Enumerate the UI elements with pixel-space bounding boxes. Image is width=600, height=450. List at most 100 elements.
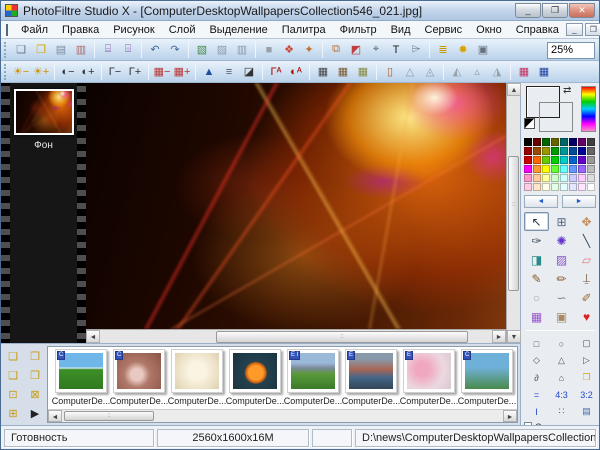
gamma-plus-button[interactable]: Γ+ [125,62,145,81]
explorer-export-button[interactable]: ❑ [3,366,23,385]
line-tool[interactable]: ╲ [574,231,599,250]
palette-color[interactable] [569,156,577,164]
pattern-coarse-button[interactable]: ▦ [353,62,373,81]
smudge-tool[interactable]: ∽ [549,288,574,307]
scan-button[interactable]: ⌹ [118,40,138,59]
artistic-copy-tool[interactable]: ▣ [549,307,574,326]
vscroll-thumb[interactable]: :: [508,156,519,291]
browser-hscrollbar[interactable]: ◄ :: ► [48,409,517,422]
palette-color[interactable] [542,156,550,164]
layer-button[interactable]: ■ [259,40,279,59]
redo-button[interactable]: ↷ [165,40,185,59]
ellipse-shape[interactable]: ○ [549,335,574,352]
palette-color[interactable] [551,165,559,173]
rectangle-shape[interactable]: □ [524,335,549,352]
explorer-copy-button[interactable]: ⊠ [25,385,45,404]
color-palette-button[interactable]: ❖ [279,40,299,59]
image-manager-tool[interactable]: ⊞ [549,212,574,231]
default-colors-icon[interactable] [524,118,535,129]
palette-color[interactable] [569,174,577,182]
brush-tool[interactable]: ✎ [524,269,549,288]
hand-tool[interactable]: ✥ [574,212,599,231]
palette-color[interactable] [533,156,541,164]
levels-button[interactable]: ≡ [219,62,239,81]
menu-window[interactable]: Окно [469,23,509,37]
eraser-tool[interactable]: ▱ [574,250,599,269]
browser-scroll-right[interactable]: ► [503,410,517,422]
save-as-button[interactable]: ▥ [71,40,91,59]
layer-thumbnail[interactable] [14,89,74,135]
palette-color[interactable] [524,165,532,173]
strawberry-nozzle-tool[interactable]: ♥ [574,307,599,326]
palette-color[interactable] [551,147,559,155]
background-color-swatch[interactable] [539,102,573,132]
triangle-shape[interactable]: △ [549,352,574,369]
close-button[interactable]: ✕ [569,3,595,18]
brightness-plus-button[interactable]: ☀+ [31,62,51,81]
menu-filter[interactable]: Фильтр [333,23,384,37]
clone-stamp-tool[interactable]: ⍊ [574,269,599,288]
palette-color[interactable] [569,183,577,191]
cursor-tool[interactable]: ↖ [524,212,549,231]
palette-color[interactable] [524,156,532,164]
minimize-button[interactable]: _ [515,3,541,18]
right-triangle-shape[interactable]: ▷ [574,352,599,369]
saturation-minus-button[interactable]: ▦− [152,62,172,81]
palette-color[interactable] [578,147,586,155]
canvas-vscrollbar[interactable]: ▲ :: ▼ [506,83,520,343]
rounded-rect-shape[interactable]: ▢ [574,335,599,352]
palette-color[interactable] [533,183,541,191]
paste-image-button[interactable]: ▨ [212,40,232,59]
explorer-save-button[interactable]: ❒ [25,366,45,385]
palette-color[interactable] [587,183,595,191]
new-file-button[interactable]: ❏ [11,40,31,59]
palette-color[interactable] [587,156,595,164]
palette-color[interactable] [587,174,595,182]
menu-selection[interactable]: Выделение [202,23,274,37]
palette-color[interactable] [578,138,586,146]
palette-color[interactable] [524,147,532,155]
path-button[interactable]: ⌲ [406,40,426,59]
palette-prev-button[interactable]: ◄ [524,195,558,208]
scroll-down-button[interactable]: ▼ [507,330,521,343]
blur-tool[interactable]: ○ [524,288,549,307]
scroll-right-button[interactable]: ► [492,330,506,343]
menu-file[interactable]: Файл [14,23,55,37]
palette-color[interactable] [587,138,595,146]
copy-image-button[interactable]: ▥ [232,40,252,59]
zoom-combo[interactable] [547,40,595,59]
explorer-button[interactable]: ≣ [433,40,453,59]
soften-button[interactable]: △ [400,62,420,81]
browser-thumbnail[interactable]: E ComputerDe... [342,349,400,409]
image-transfer-button[interactable]: ▧ [192,40,212,59]
polygon-shape[interactable]: ⌂ [549,369,574,386]
palette-color[interactable] [578,165,586,173]
palette-color[interactable] [560,156,568,164]
open-file-button[interactable]: ❒ [31,40,51,59]
palette-color[interactable] [542,147,550,155]
scroll-up-button[interactable]: ▲ [507,83,521,96]
browser-thumbnail[interactable]: C ComputerDe... [458,349,516,409]
relief-button[interactable]: ◭ [447,62,467,81]
transparent-color-button[interactable]: ◩ [346,40,366,59]
nozzle-tool[interactable]: ✐ [574,288,599,307]
print-button[interactable]: ⌸ [98,40,118,59]
menu-help[interactable]: Справка [509,23,566,37]
manual-size-button[interactable]: I [524,403,549,420]
palette-color[interactable] [578,183,586,191]
palette-color[interactable] [560,147,568,155]
explorer-select-button[interactable]: ⊡ [3,385,23,404]
zoom-selection-button[interactable]: ⌖ [366,40,386,59]
fill-tool[interactable]: ◨ [524,250,549,269]
hue-gradient-strip[interactable] [581,86,596,132]
maximize-button[interactable]: ❐ [542,3,568,18]
hscroll-thumb[interactable]: :: [216,331,468,343]
magic-wand-tool[interactable]: ✺ [549,231,574,250]
canvas-hscrollbar[interactable]: ◄ :: ► [86,329,506,343]
browser-thumbnail[interactable]: E ComputerDe... [400,349,458,409]
menu-layer[interactable]: Слой [162,23,203,37]
histogram-button[interactable]: ▲ [199,62,219,81]
palette-color[interactable] [569,147,577,155]
palette-color[interactable] [524,183,532,191]
palette-color[interactable] [551,138,559,146]
